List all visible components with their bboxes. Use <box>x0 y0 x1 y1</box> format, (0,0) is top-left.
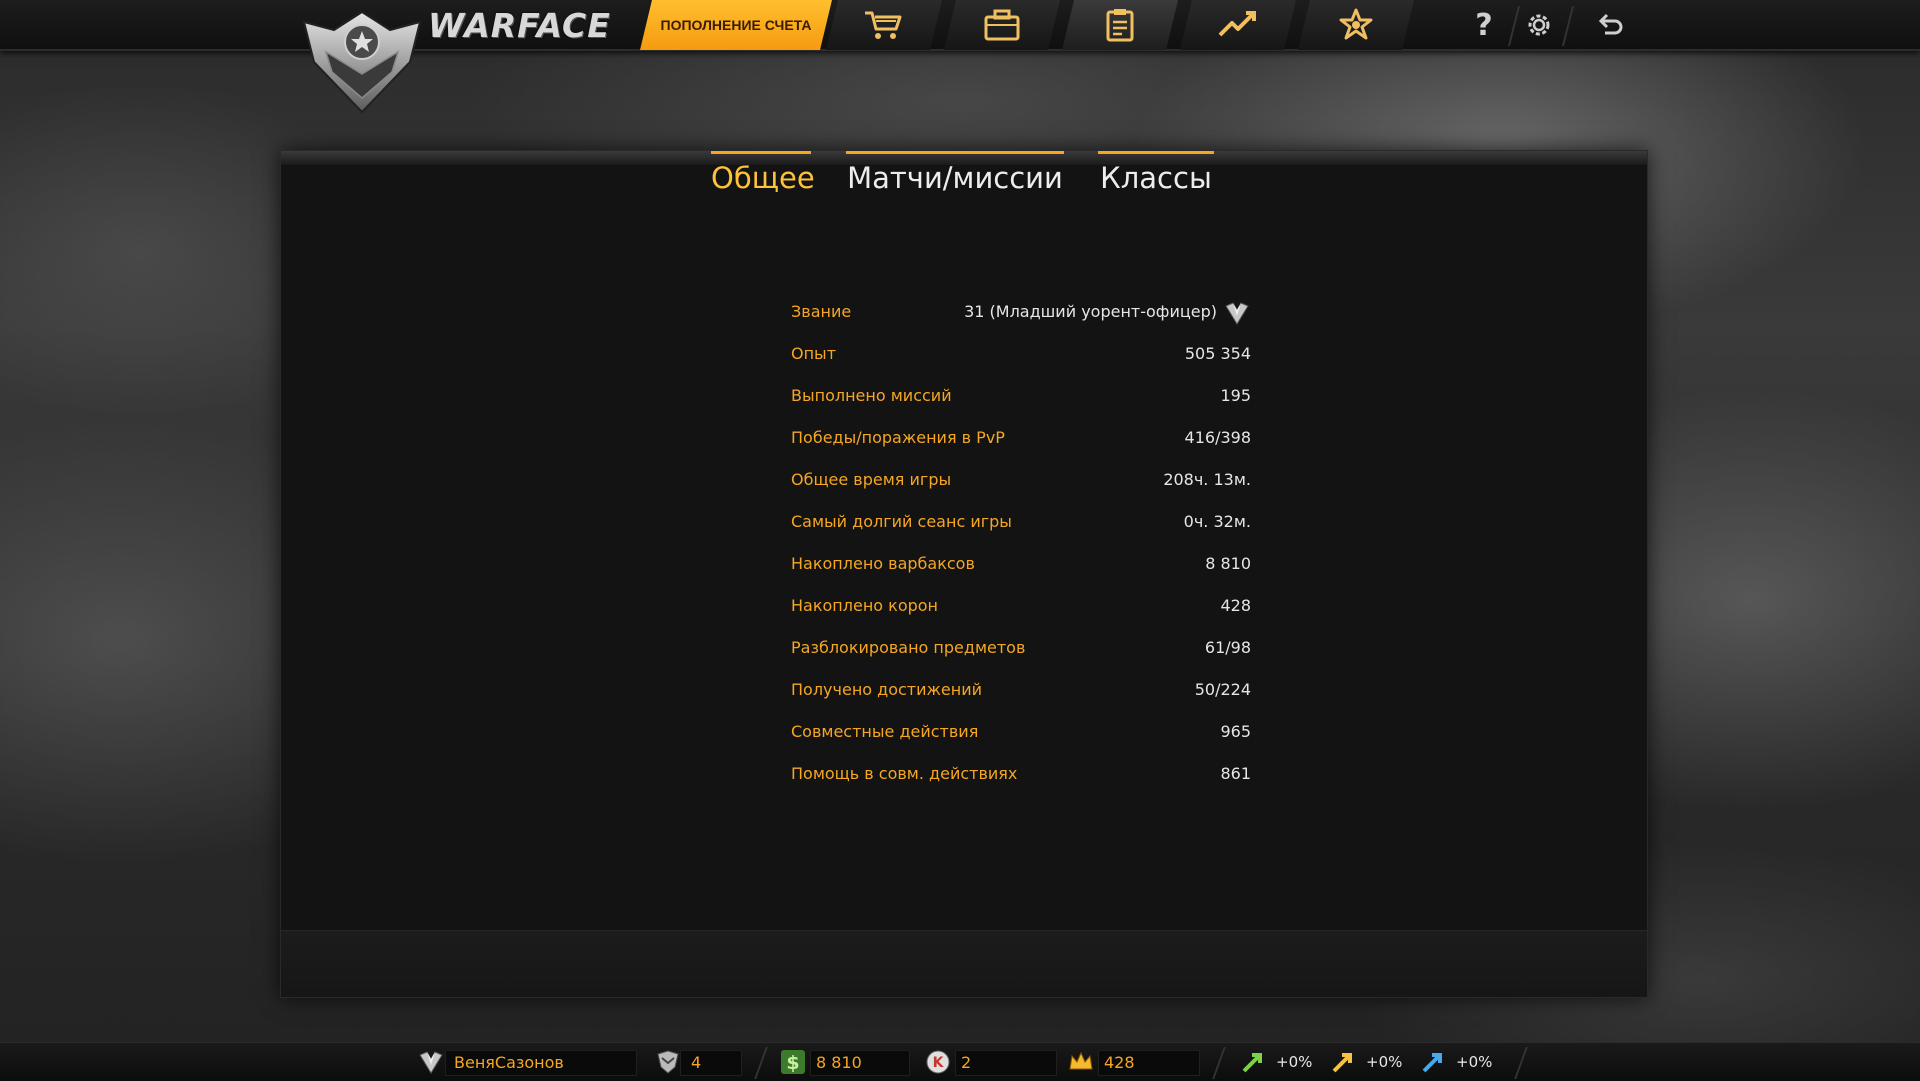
stat-row: Накоплено варбаксов 8 810 <box>791 543 1251 585</box>
warbucks-info: $ 8 810 <box>780 1047 862 1077</box>
divider <box>1562 6 1574 46</box>
crown-icon <box>1069 1051 1093 1070</box>
stat-value: 0ч. 32м. <box>1183 512 1251 531</box>
stat-row: Победы/поражения в PvP 416/398 <box>791 417 1251 459</box>
rank-level: 4 <box>691 1052 702 1072</box>
stat-value: 195 <box>1220 386 1251 405</box>
player-name: ВеняСазонов <box>454 1052 564 1072</box>
stat-row: Самый долгий сеанс игры 0ч. 32м. <box>791 501 1251 543</box>
stat-row: Выполнено миссий 195 <box>791 375 1251 417</box>
achievement-icon <box>1334 7 1378 43</box>
stat-row: Разблокировано предметов 61/98 <box>791 627 1251 669</box>
level-badge-icon <box>657 1050 679 1074</box>
shop-button[interactable] <box>826 0 942 50</box>
money-boost-icon <box>1332 1053 1352 1073</box>
stat-label: Помощь в совм. действиях <box>791 764 1018 783</box>
settings-button[interactable] <box>1520 6 1558 44</box>
divider <box>1212 1047 1226 1079</box>
stat-label: Общее время игры <box>791 470 952 489</box>
credits-icon: K <box>926 1050 950 1074</box>
stat-label: Победы/поражения в PvP <box>791 428 1005 447</box>
stat-label: Выполнено миссий <box>791 386 952 405</box>
ratings-button[interactable] <box>1180 0 1296 50</box>
crowns-value: 428 <box>1104 1052 1135 1072</box>
achievements-button[interactable] <box>1298 0 1414 50</box>
divider <box>754 1047 768 1079</box>
money-boost[interactable]: +0% <box>1330 1047 1402 1077</box>
top-up-button[interactable]: ПОПОЛНЕНИЕ СЧЕТА <box>640 0 832 50</box>
warface-emblem-icon <box>302 10 422 114</box>
stat-row-rank: Звание 31 (Младший уорент-офицер) <box>791 291 1251 333</box>
stat-value: 861 <box>1220 764 1251 783</box>
back-icon <box>1598 13 1623 35</box>
credits-value: 2 <box>961 1052 972 1072</box>
stat-value: 31 (Младший уорент-офицер) <box>964 291 1251 333</box>
panel-footer <box>281 930 1647 997</box>
svg-text:$: $ <box>786 1052 799 1074</box>
stat-label: Накоплено корон <box>791 596 939 615</box>
divider <box>1514 1047 1528 1079</box>
stat-value: 965 <box>1220 722 1251 741</box>
rank-badge-icon <box>419 1051 443 1074</box>
stat-row: Совместные действия 965 <box>791 711 1251 753</box>
stat-value: 416/398 <box>1184 428 1251 447</box>
stat-label: Звание <box>791 302 852 321</box>
rank-badge-icon <box>1225 301 1249 325</box>
player-info[interactable]: ВеняСазонов <box>418 1047 564 1077</box>
stat-value: 61/98 <box>1204 638 1251 657</box>
xp-boost-icon <box>1242 1053 1262 1073</box>
warbucks-icon: $ <box>781 1050 805 1074</box>
inventory-button[interactable] <box>944 0 1060 50</box>
top-bar: ПОПОЛНЕНИЕ СЧЕТА ? <box>0 0 1920 51</box>
help-icon: ? <box>1475 7 1493 43</box>
stat-row: Общее время игры 208ч. 13м. <box>791 459 1251 501</box>
tab-matches-missions[interactable]: Матчи/миссии <box>846 151 1064 204</box>
stats-tabs: Общее Матчи/миссии Классы <box>281 151 1647 201</box>
stat-row: Получено достижений 50/224 <box>791 669 1251 711</box>
stat-label: Получено достижений <box>791 680 983 699</box>
logo-text: WARFACE <box>428 6 611 45</box>
stat-row: Помощь в совм. действиях 861 <box>791 753 1251 795</box>
help-button[interactable]: ? <box>1465 6 1503 44</box>
tab-classes[interactable]: Классы <box>1098 151 1214 204</box>
chart-icon <box>1216 7 1260 43</box>
stats-panel: Общее Матчи/миссии Классы Звание 31 (Мла… <box>280 150 1648 998</box>
vp-boost[interactable]: +0% <box>1420 1047 1492 1077</box>
stat-label: Накоплено варбаксов <box>791 554 975 573</box>
stats-list: Звание 31 (Младший уорент-офицер) Опыт 5… <box>791 291 1251 795</box>
vp-boost-value: +0% <box>1456 1053 1493 1071</box>
tab-general[interactable]: Общее <box>711 151 815 204</box>
divider <box>1508 6 1520 46</box>
bottom-status-bar: ВеняСазонов 4 $ 8 810 K 2 428 +0% +0% +0… <box>0 1042 1920 1081</box>
xp-boost-value: +0% <box>1276 1053 1313 1071</box>
svg-text:K: K <box>933 1055 945 1071</box>
stat-value: 50/224 <box>1194 680 1251 699</box>
credits-info: K 2 <box>925 1047 971 1077</box>
cart-icon <box>862 7 906 43</box>
crowns-info: 428 <box>1068 1047 1135 1077</box>
money-boost-value: +0% <box>1366 1053 1403 1071</box>
stat-row: Накоплено корон 428 <box>791 585 1251 627</box>
statistics-button[interactable] <box>1062 0 1178 50</box>
stat-label: Разблокировано предметов <box>791 638 1026 657</box>
exit-button[interactable] <box>1590 6 1628 44</box>
stat-value: 505 354 <box>1184 344 1251 363</box>
xp-boost[interactable]: +0% <box>1240 1047 1312 1077</box>
stat-value: 428 <box>1220 596 1251 615</box>
settings-icon <box>1528 14 1550 36</box>
stat-value: 208ч. 13м. <box>1163 470 1251 489</box>
vp-boost-icon <box>1422 1053 1442 1073</box>
stat-row: Опыт 505 354 <box>791 333 1251 375</box>
rank-value: 31 (Младший уорент-офицер) <box>964 302 1217 321</box>
warbucks-value: 8 810 <box>816 1052 862 1072</box>
stat-label: Совместные действия <box>791 722 979 741</box>
clipboard-icon <box>1098 7 1142 43</box>
stat-label: Самый долгий сеанс игры <box>791 512 1012 531</box>
case-icon <box>980 7 1024 43</box>
stat-value: 8 810 <box>1205 554 1251 573</box>
stat-label: Опыт <box>791 344 837 363</box>
rank-level-info: 4 <box>655 1047 701 1077</box>
